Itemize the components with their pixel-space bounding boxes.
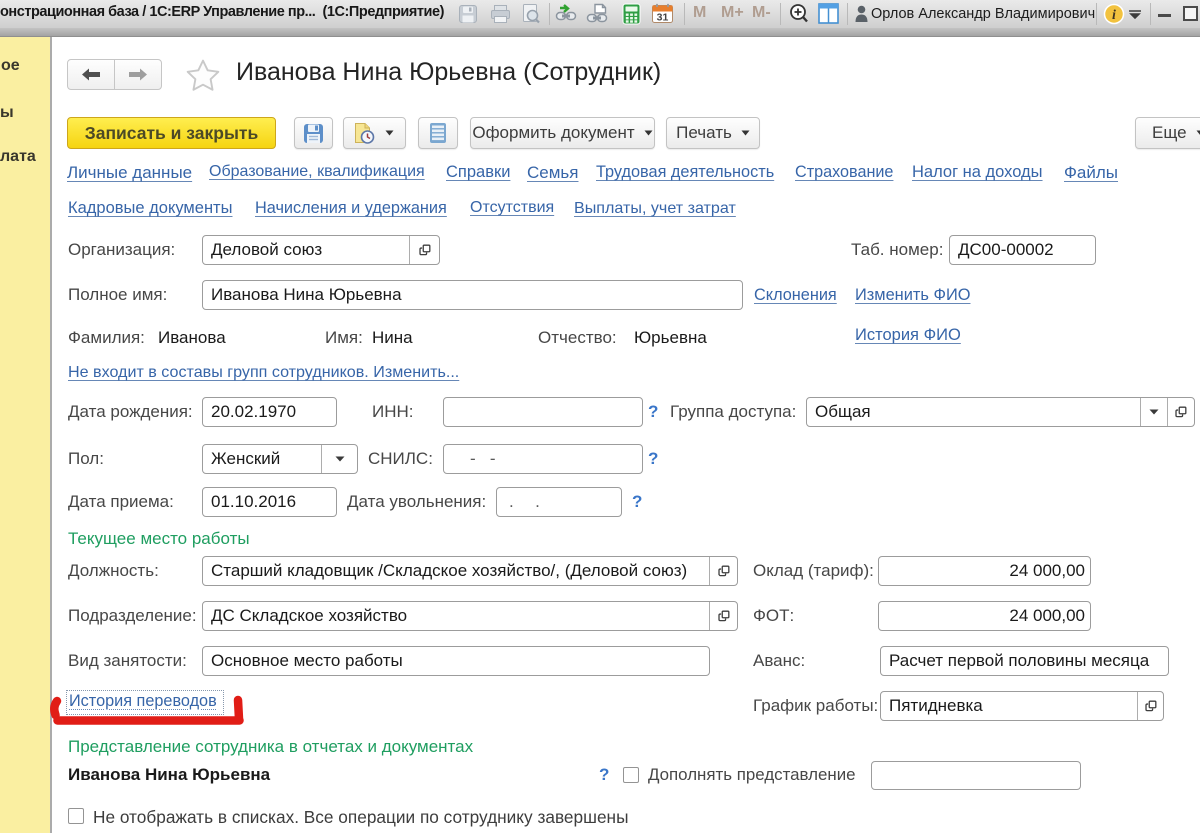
svg-text:31: 31 (657, 12, 669, 24)
svg-text:i: i (1112, 8, 1116, 23)
